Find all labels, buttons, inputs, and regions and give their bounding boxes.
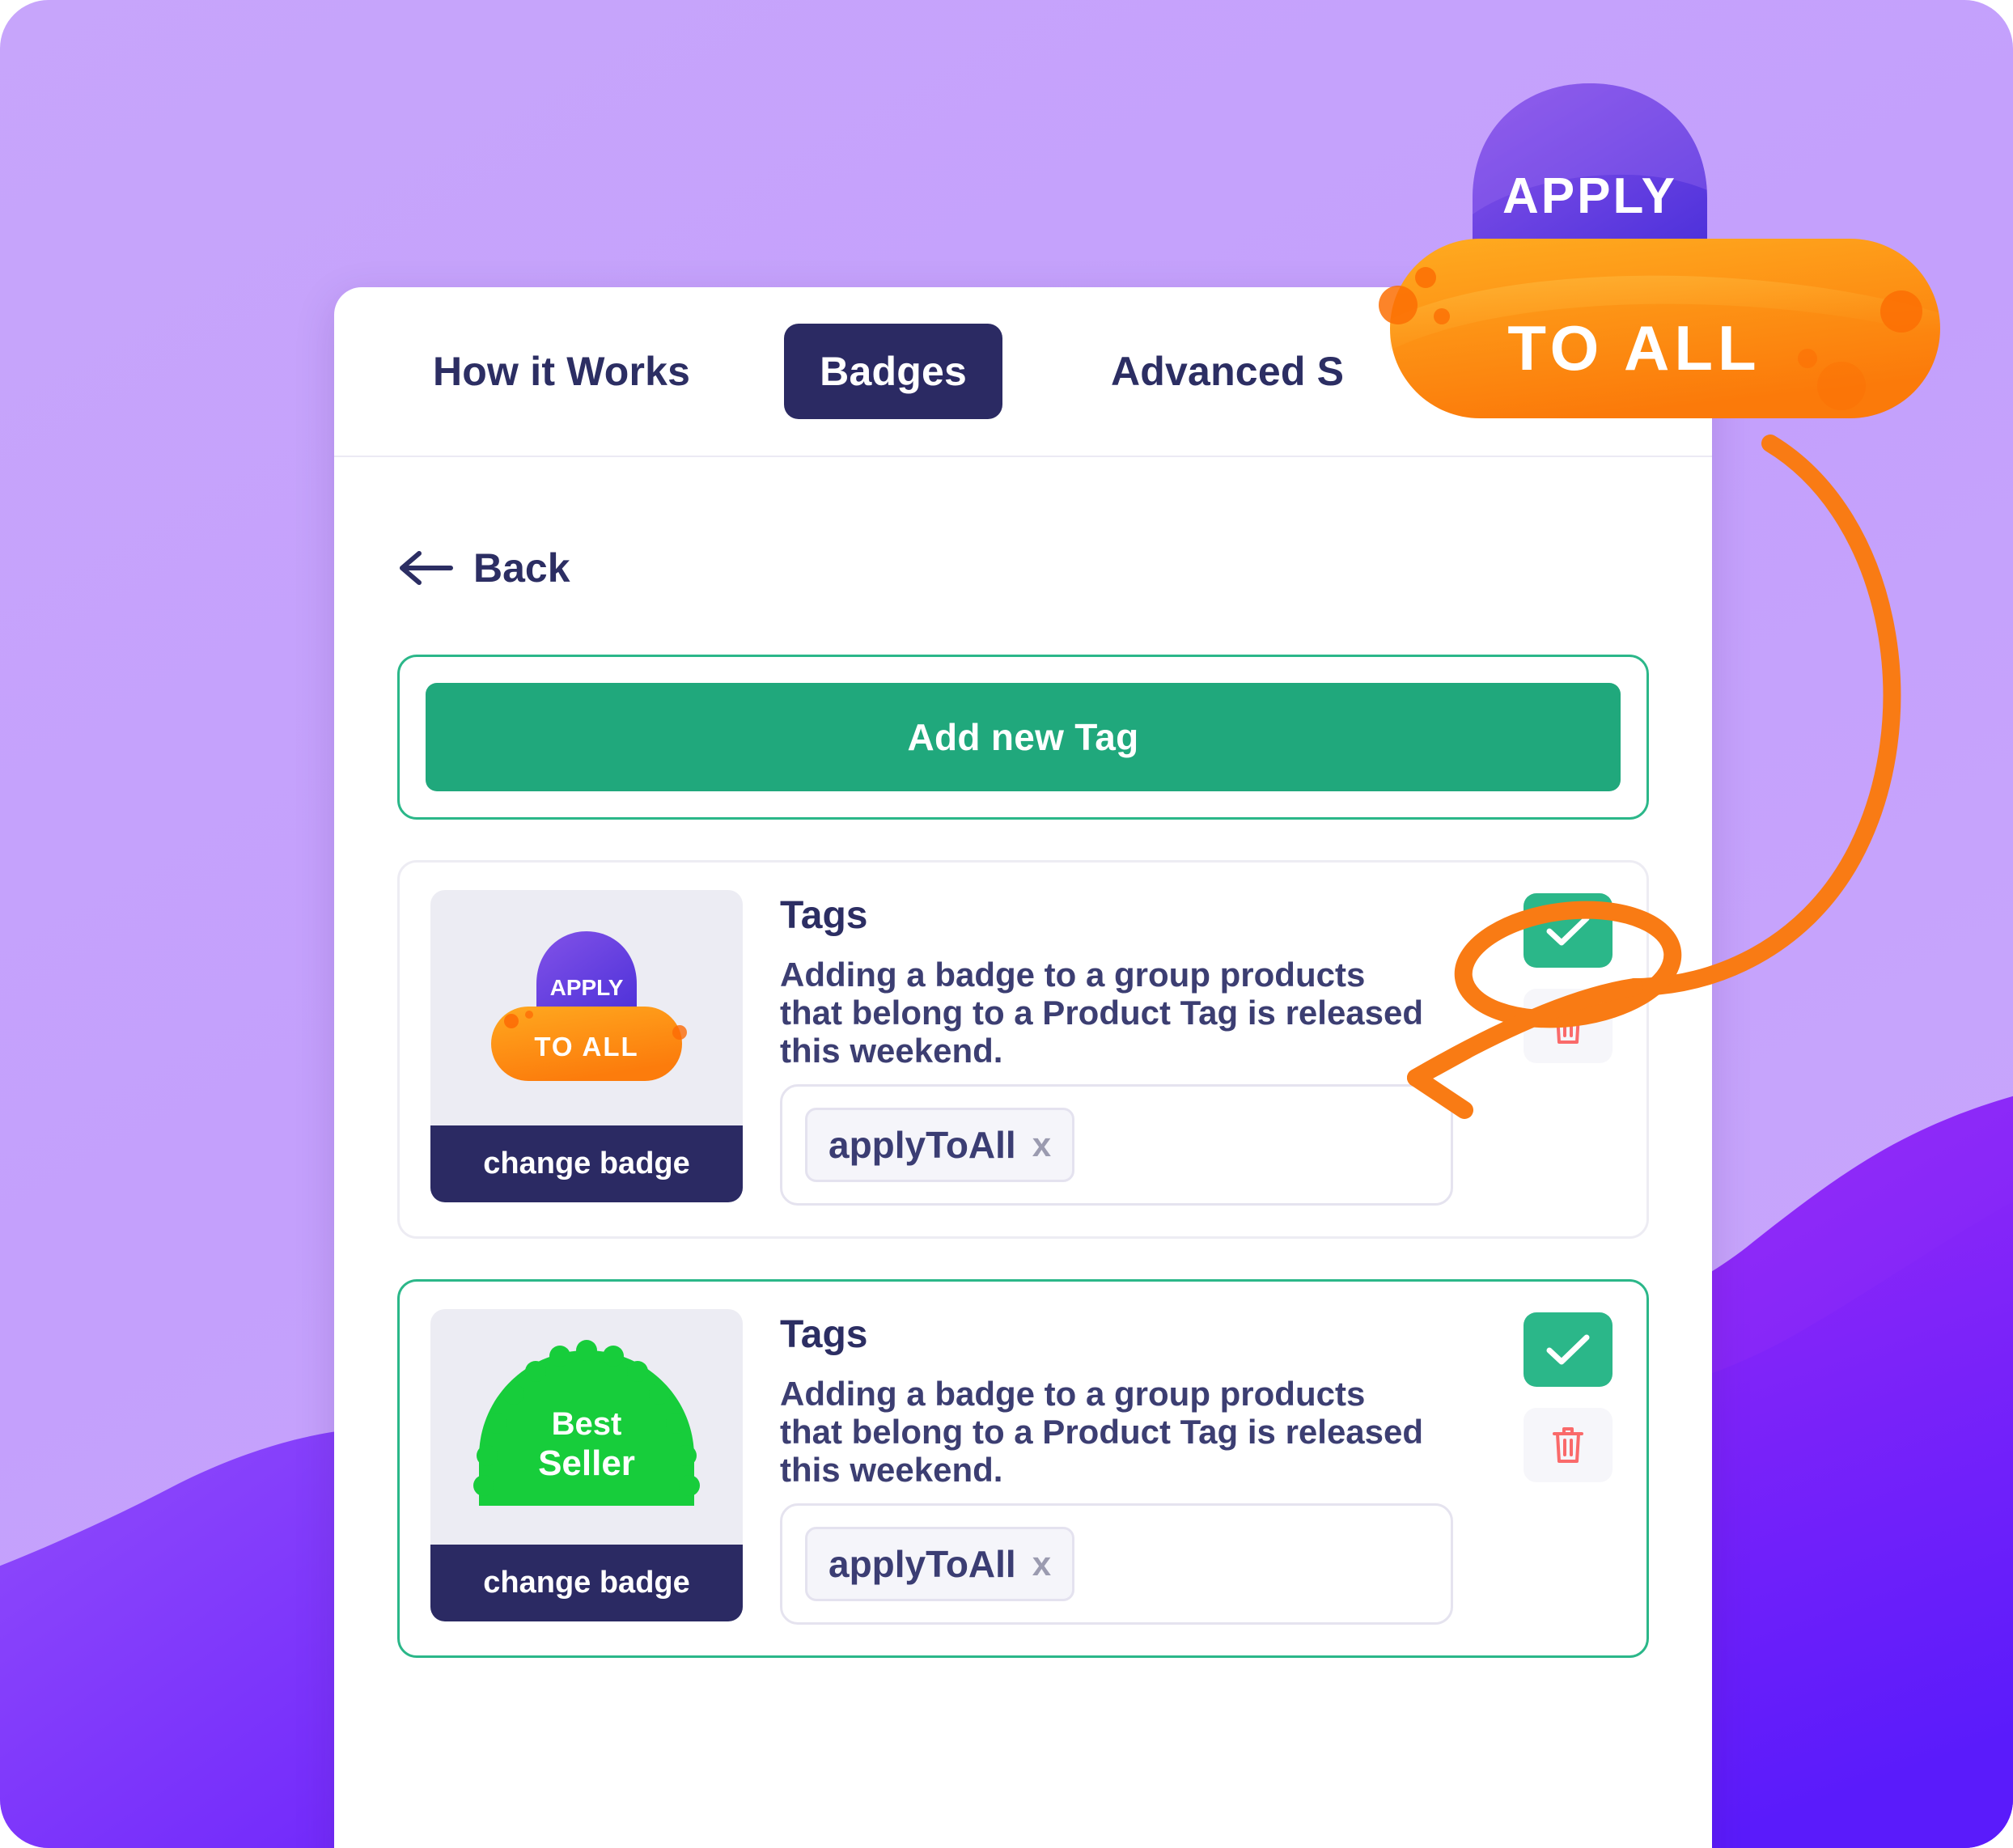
badge-apply-text: APPLY (550, 975, 624, 1000)
trash-icon (1553, 1427, 1583, 1464)
decorative-wave-bottom-left (0, 1427, 388, 1848)
tag-chip-label: applyToAll (829, 1543, 1016, 1586)
badge-action-buttons (1520, 890, 1616, 1206)
badge-description: Adding a badge to a group products that … (780, 956, 1424, 1070)
add-new-tag-card: Add new Tag (397, 655, 1649, 820)
check-icon (1546, 915, 1590, 946)
confirm-button[interactable] (1524, 893, 1613, 968)
badge-row: APPLY TO ALL change badge Tags Adding a … (397, 860, 1649, 1240)
sticker-apply-text: APPLY (1502, 168, 1677, 224)
badge-tags-title: Tags (780, 894, 868, 937)
tag-chip-remove-icon[interactable]: x (1032, 1125, 1051, 1164)
confirm-button[interactable] (1524, 1312, 1613, 1388)
arrow-left-icon (400, 551, 453, 585)
delete-button[interactable] (1524, 1408, 1613, 1483)
badge-row: Best Seller change badge Tags Adding a b… (397, 1279, 1649, 1659)
tab-how-it-works[interactable]: How it Works (397, 324, 726, 419)
check-icon (1546, 1334, 1590, 1365)
tag-chip-remove-icon[interactable]: x (1032, 1545, 1051, 1583)
delete-button[interactable] (1524, 989, 1613, 1063)
tag-chip-label: applyToAll (829, 1124, 1016, 1167)
change-badge-button[interactable]: change badge (430, 1545, 743, 1622)
purple-background-stage: How it Works Badges Advanced S Back Add … (0, 0, 2013, 1848)
trash-icon (1553, 1008, 1583, 1044)
badge-details: Tags Adding a badge to a group products … (780, 890, 1483, 1206)
best-seller-line2: Seller (538, 1443, 635, 1483)
app-panel: How it Works Badges Advanced S Back Add … (334, 287, 1712, 1848)
change-badge-button[interactable]: change badge (430, 1125, 743, 1202)
tag-chip[interactable]: applyToAll x (805, 1108, 1075, 1183)
tab-bar: How it Works Badges Advanced S (334, 287, 1712, 457)
badge-thumbnail[interactable]: Best Seller change badge (430, 1309, 743, 1622)
badge-to-all-text: TO ALL (534, 1032, 638, 1062)
badge-thumbnail[interactable]: APPLY TO ALL change badge (430, 890, 743, 1202)
content-area: Back Add new Tag APPLY TO ALL change bad… (334, 545, 1712, 1659)
badge-action-buttons (1520, 1309, 1616, 1625)
tab-badges[interactable]: Badges (784, 324, 1002, 419)
tab-advanced-settings[interactable]: Advanced S (1075, 324, 1379, 419)
best-seller-badge-art: Best Seller (430, 1309, 743, 1545)
back-label: Back (473, 545, 570, 591)
apply-to-all-badge-art: APPLY TO ALL (430, 890, 743, 1125)
badge-tags-title: Tags (780, 1313, 868, 1357)
tag-chip[interactable]: applyToAll x (805, 1527, 1075, 1602)
tag-input[interactable]: applyToAll x (780, 1084, 1453, 1206)
tag-input[interactable]: applyToAll x (780, 1503, 1453, 1625)
back-button[interactable]: Back (397, 545, 1649, 591)
badge-description: Adding a badge to a group products that … (780, 1375, 1424, 1490)
best-seller-line1: Best (552, 1406, 622, 1442)
badge-details: Tags Adding a badge to a group products … (780, 1309, 1483, 1625)
add-new-tag-button[interactable]: Add new Tag (426, 683, 1621, 791)
